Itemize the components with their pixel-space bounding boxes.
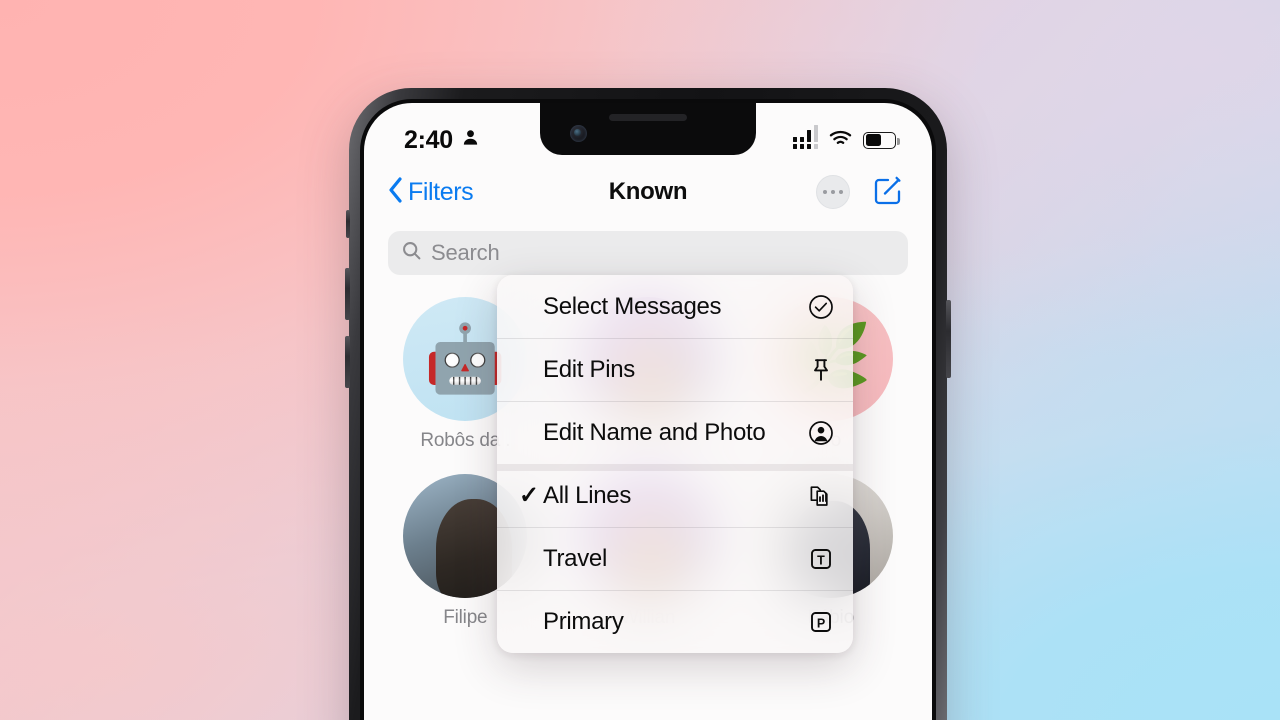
menu-item-label: Edit Pins xyxy=(543,355,636,383)
menu-item-label: All Lines xyxy=(543,481,632,509)
menu-item-edit-pins[interactable]: Edit Pins xyxy=(497,338,853,401)
menu-item-label: Edit Name and Photo xyxy=(543,418,766,446)
person-circle-icon xyxy=(806,420,836,446)
volume-down-button[interactable] xyxy=(345,336,350,388)
navigation-bar: Filters Known xyxy=(364,165,932,219)
menu-item-label: Travel xyxy=(543,544,607,572)
phone-screen: 2:40 Filters Known Search 🤖 Robôs da . F… xyxy=(364,103,932,720)
svg-text:T: T xyxy=(817,553,825,567)
menu-item-label: Primary xyxy=(543,607,624,635)
status-bar-right xyxy=(792,124,900,152)
status-bar-left: 2:40 xyxy=(404,126,480,155)
back-button-label: Filters xyxy=(408,177,474,206)
menu-item-primary[interactable]: Primary P xyxy=(497,590,853,653)
silent-switch[interactable] xyxy=(346,210,350,238)
person-icon xyxy=(461,128,480,152)
status-bar-clock: 2:40 xyxy=(404,125,453,154)
letter-p-icon: P xyxy=(806,609,836,635)
dual-sim-icon xyxy=(806,483,836,509)
list-item: Filipe xyxy=(443,607,488,628)
ellipsis-circle-icon[interactable] xyxy=(816,175,850,209)
pin-icon xyxy=(806,357,836,383)
menu-item-checkmark: ✓ xyxy=(519,481,540,509)
wifi-icon xyxy=(829,129,852,152)
letter-t-icon: T xyxy=(806,546,836,572)
menu-item-select-messages[interactable]: Select Messages xyxy=(497,275,853,338)
volume-up-button[interactable] xyxy=(345,268,350,320)
menu-item-travel[interactable]: Travel T xyxy=(497,527,853,590)
navigation-bar-actions xyxy=(816,174,904,211)
earpiece-speaker-icon xyxy=(609,114,687,121)
phone-device: 2:40 Filters Known Search 🤖 Robôs da . F… xyxy=(345,88,951,720)
search-icon xyxy=(401,240,422,266)
device-notch xyxy=(540,103,756,155)
power-button[interactable] xyxy=(946,300,951,378)
menu-item-label: Select Messages xyxy=(543,292,722,320)
robot-emoji-icon: 🤖 xyxy=(424,321,507,395)
menu-item-edit-name-and-photo[interactable]: Edit Name and Photo xyxy=(497,401,853,464)
context-menu: Select Messages Edit Pins Edit Name and … xyxy=(497,275,853,653)
search-placeholder: Search xyxy=(431,240,500,265)
svg-text:P: P xyxy=(817,616,825,630)
compose-icon[interactable] xyxy=(872,174,904,211)
battery-icon xyxy=(863,131,900,149)
back-button[interactable]: Filters xyxy=(388,176,474,208)
phone-bezel: 2:40 Filters Known Search 🤖 Robôs da . F… xyxy=(360,99,936,720)
menu-item-all-lines[interactable]: ✓ All Lines xyxy=(497,464,853,527)
checkmark-circle-icon xyxy=(806,294,836,320)
front-camera-icon xyxy=(570,125,587,142)
chevron-left-icon xyxy=(388,176,403,208)
cellular-signal-icon xyxy=(792,124,818,149)
search-input[interactable]: Search xyxy=(388,231,908,275)
